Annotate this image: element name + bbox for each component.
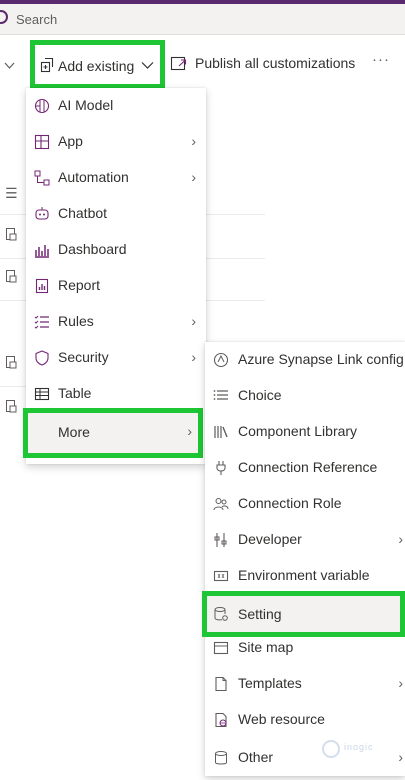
- shield-icon: [35, 350, 49, 366]
- chevron-right-icon: ›: [191, 349, 196, 365]
- submenu-item-label: Developer: [238, 531, 302, 547]
- choice-icon: [213, 390, 228, 400]
- add-existing-icon: [40, 57, 54, 73]
- submenu-item-connection-reference[interactable]: Connection Reference: [205, 450, 405, 486]
- more-commands-button[interactable]: ···: [372, 51, 390, 68]
- chevron-right-icon: ›: [191, 133, 196, 149]
- plug-icon: [216, 461, 226, 475]
- templates-icon: [215, 676, 227, 692]
- submenu-item-label: Component Library: [238, 423, 358, 439]
- dashboard-icon: [35, 245, 49, 258]
- menu-item-label: Security: [58, 349, 109, 365]
- publish-all-label: Publish all customizations: [195, 55, 356, 71]
- add-existing-button[interactable]: Add existing: [30, 40, 165, 89]
- submenu-item-templates[interactable]: Templates ›: [205, 666, 405, 702]
- ai-model-icon: [34, 98, 50, 114]
- menu-item-rules[interactable]: Rules ›: [26, 304, 206, 340]
- menu-item-automation[interactable]: Automation ›: [26, 160, 206, 196]
- row-icon: [6, 356, 17, 369]
- submenu-item-label: Connection Reference: [238, 459, 378, 475]
- add-existing-label: Add existing: [58, 58, 135, 74]
- submenu-item-environment-variable[interactable]: Environment variable: [205, 558, 405, 594]
- more-submenu: Azure Synapse Link config Choice Compone…: [205, 342, 405, 776]
- menu-item-chatbot[interactable]: Chatbot: [26, 196, 206, 232]
- submenu-item-label: Web resource: [238, 711, 325, 727]
- search-icon: [0, 10, 8, 24]
- submenu-item-setting[interactable]: Setting: [202, 591, 405, 637]
- menu-item-dashboard[interactable]: Dashboard: [26, 232, 206, 268]
- chevron-right-icon: ›: [398, 749, 403, 765]
- menu-item-security[interactable]: Security ›: [26, 340, 206, 376]
- menu-item-app[interactable]: App ›: [26, 124, 206, 160]
- menu-item-ai-model[interactable]: AI Model: [26, 88, 206, 124]
- logo-watermark: inogic: [322, 738, 398, 760]
- menu-item-label: Automation: [58, 169, 129, 185]
- chevron-down-icon[interactable]: [4, 59, 15, 73]
- submenu-item-developer[interactable]: Developer ›: [205, 522, 405, 558]
- menu-item-label: Table: [58, 385, 92, 401]
- logo-icon: [322, 740, 340, 758]
- submenu-item-label: Azure Synapse Link config: [238, 351, 404, 367]
- menu-item-report[interactable]: Report: [26, 268, 206, 304]
- search-bar[interactable]: Search: [0, 4, 405, 35]
- submenu-item-web-resource[interactable]: Web resource: [205, 702, 405, 738]
- menu-item-label: App: [58, 133, 83, 149]
- chevron-down-icon: [141, 62, 154, 69]
- submenu-item-label: Site map: [238, 639, 294, 655]
- submenu-item-choice[interactable]: Choice: [205, 378, 405, 414]
- row-icon: [6, 228, 17, 241]
- submenu-item-label: Connection Role: [238, 495, 342, 511]
- other-icon: [215, 751, 227, 765]
- menu-item-more[interactable]: More ›: [23, 408, 203, 458]
- row-icon: [6, 270, 17, 283]
- sitemap-icon: [213, 641, 229, 655]
- menu-item-label: Dashboard: [58, 241, 127, 257]
- web-resource-icon: [215, 712, 227, 728]
- submenu-item-azure-synapse[interactable]: Azure Synapse Link config: [205, 342, 405, 378]
- menu-item-label: Report: [58, 277, 101, 293]
- chevron-right-icon: ›: [398, 675, 403, 691]
- submenu-item-component-library[interactable]: Component Library: [205, 414, 405, 450]
- library-icon: [214, 426, 228, 438]
- chevron-right-icon: ›: [398, 531, 403, 547]
- people-icon: [213, 498, 229, 511]
- synapse-icon: [213, 352, 229, 368]
- submenu-item-label: Choice: [238, 387, 282, 403]
- report-icon: [35, 278, 49, 294]
- row-icon: [6, 400, 17, 413]
- chatbot-icon: [35, 207, 49, 220]
- chevron-right-icon: ›: [191, 313, 196, 329]
- menu-item-label: Chatbot: [58, 205, 108, 221]
- setting-icon: [214, 607, 228, 621]
- submenu-item-label: Setting: [238, 606, 282, 622]
- submenu-item-label: Other: [238, 749, 274, 765]
- publish-icon: [170, 56, 187, 71]
- search-input[interactable]: Search: [16, 12, 57, 27]
- app-icon: [34, 134, 50, 150]
- submenu-item-connection-role[interactable]: Connection Role: [205, 486, 405, 522]
- menu-item-label: AI Model: [58, 97, 114, 113]
- chevron-right-icon: ›: [187, 423, 192, 439]
- rules-icon: [34, 315, 49, 329]
- table-icon: [34, 387, 50, 401]
- command-bar: Add existing Publish all customizations …: [0, 35, 405, 89]
- submenu-item-label: Templates: [238, 675, 302, 691]
- menu-item-label: Rules: [58, 313, 94, 329]
- menu-item-table[interactable]: Table: [26, 376, 206, 412]
- menu-item-label: More: [58, 424, 90, 440]
- automation-icon: [34, 170, 50, 186]
- chevron-right-icon: ›: [191, 169, 196, 185]
- developer-icon: [214, 533, 227, 547]
- variable-icon: [213, 570, 229, 582]
- list-icon: ☰: [5, 185, 18, 201]
- submenu-item-label: Environment variable: [238, 567, 370, 583]
- logo-text: inogic: [344, 742, 374, 752]
